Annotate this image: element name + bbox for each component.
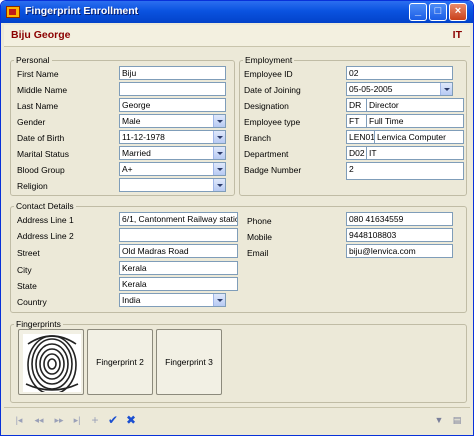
phone-field[interactable]: 080 41634559 xyxy=(346,212,453,226)
department-code-heading: IT xyxy=(452,29,462,41)
blood-group-select[interactable]: A+ xyxy=(119,162,226,176)
middle-name-field[interactable] xyxy=(119,82,226,96)
fingerprint-3-label: Fingerprint 3 xyxy=(165,357,213,367)
fingerprint-2-button[interactable]: Fingerprint 2 xyxy=(87,329,153,395)
chevron-down-icon[interactable] xyxy=(213,163,225,175)
fingerprint-3-button[interactable]: Fingerprint 3 xyxy=(156,329,222,395)
employee-type-field[interactable]: Full Time xyxy=(366,114,464,128)
cancel-icon[interactable]: ✖ xyxy=(124,414,138,426)
close-button[interactable]: × xyxy=(449,3,467,21)
city-label: City xyxy=(17,265,32,275)
chevron-down-icon[interactable] xyxy=(213,294,225,306)
chevron-down-icon[interactable] xyxy=(440,83,452,95)
window-title: Fingerprint Enrollment xyxy=(25,5,139,17)
address-line-1-field[interactable]: 6/1, Cantonment Railway station Roa xyxy=(119,212,238,226)
dob-picker[interactable]: 11-12-1978 xyxy=(119,130,226,144)
employee-name-heading: Biju George xyxy=(11,29,71,41)
department-label: Department xyxy=(244,149,289,159)
designation-label: Designation xyxy=(244,101,289,111)
fingerprint-icon xyxy=(23,334,81,392)
report-icon[interactable]: ▤ xyxy=(450,414,464,426)
date-of-joining-label: Date of Joining xyxy=(244,85,301,95)
check-icon[interactable]: ✔ xyxy=(106,414,120,426)
department-code-field[interactable]: D02 xyxy=(346,146,366,160)
chevron-down-icon[interactable] xyxy=(213,179,225,191)
personal-legend: Personal xyxy=(16,55,50,65)
record-header: Biju George IT xyxy=(4,25,470,47)
app-icon xyxy=(6,6,20,18)
street-field[interactable]: Old Madras Road xyxy=(119,244,238,258)
country-value: India xyxy=(122,295,141,305)
last-record-icon[interactable]: ▸| xyxy=(70,414,84,426)
dob-value: 11-12-1978 xyxy=(122,132,165,142)
department-field[interactable]: IT xyxy=(366,146,464,160)
title-bar[interactable]: Fingerprint Enrollment _ □ × xyxy=(1,1,473,23)
date-of-joining-picker[interactable]: 05-05-2005 xyxy=(346,82,453,96)
add-icon[interactable]: + xyxy=(88,414,102,426)
street-label: Street xyxy=(17,248,40,258)
branch-code-field[interactable]: LEN01 xyxy=(346,130,374,144)
maximize-button[interactable]: □ xyxy=(429,3,447,21)
marital-status-label: Marital Status xyxy=(17,149,69,159)
prev-record-icon[interactable]: ◂◂ xyxy=(32,414,46,426)
address-line-2-field[interactable] xyxy=(119,228,238,242)
employee-id-field[interactable]: 02 xyxy=(346,66,453,80)
state-field[interactable]: Kerala xyxy=(119,277,238,291)
religion-select[interactable] xyxy=(119,178,226,192)
religion-label: Religion xyxy=(17,181,48,191)
branch-field[interactable]: Lenvica Computer xyxy=(374,130,464,144)
city-field[interactable]: Kerala xyxy=(119,261,238,275)
fingerprints-legend: Fingerprints xyxy=(16,319,61,329)
employee-type-code-field[interactable]: FT xyxy=(346,114,366,128)
contact-details-legend: Contact Details xyxy=(16,201,74,211)
chevron-down-icon[interactable] xyxy=(213,115,225,127)
address-line-1-label: Address Line 1 xyxy=(17,215,74,225)
date-of-joining-value: 05-05-2005 xyxy=(349,84,393,94)
gender-value: Male xyxy=(122,116,141,126)
phone-label: Phone xyxy=(247,216,272,226)
email-field[interactable]: biju@lenvica.com xyxy=(346,244,453,258)
chevron-down-icon[interactable] xyxy=(213,131,225,143)
next-record-icon[interactable]: ▸▸ xyxy=(52,414,66,426)
gender-label: Gender xyxy=(17,117,46,127)
fingerprint-1-button[interactable] xyxy=(18,329,84,395)
email-label: Email xyxy=(247,248,269,258)
employee-id-label: Employee ID xyxy=(244,69,293,79)
last-name-field[interactable]: George xyxy=(119,98,226,112)
address-line-2-label: Address Line 2 xyxy=(17,231,74,241)
fingerprint-2-label: Fingerprint 2 xyxy=(96,357,144,367)
designation-code-field[interactable]: DR xyxy=(346,98,366,112)
middle-name-label: Middle Name xyxy=(17,85,68,95)
filter-icon[interactable]: ▼ xyxy=(432,414,446,426)
designation-field[interactable]: Director xyxy=(366,98,464,112)
country-select[interactable]: India xyxy=(119,293,226,307)
employee-type-label: Employee type xyxy=(244,117,301,127)
first-name-field[interactable]: Biju xyxy=(119,66,226,80)
blood-group-value: A+ xyxy=(122,164,133,174)
record-navigator: |◂ ◂◂ ▸▸ ▸| + ✔ ✖ ▼ ▤ xyxy=(4,407,470,431)
employment-legend: Employment xyxy=(245,55,293,65)
state-label: State xyxy=(17,281,37,291)
minimize-button[interactable]: _ xyxy=(409,3,427,21)
marital-status-select[interactable]: Married xyxy=(119,146,226,160)
first-record-icon[interactable]: |◂ xyxy=(12,414,26,426)
chevron-down-icon[interactable] xyxy=(213,147,225,159)
enrollment-window: Fingerprint Enrollment _ □ × Biju George… xyxy=(0,0,474,436)
country-label: Country xyxy=(17,297,47,307)
dob-label: Date of Birth xyxy=(17,133,65,143)
gender-select[interactable]: Male xyxy=(119,114,226,128)
mobile-field[interactable]: 9448108803 xyxy=(346,228,453,242)
badge-number-label: Badge Number xyxy=(244,165,302,175)
first-name-label: First Name xyxy=(17,69,59,79)
badge-number-field[interactable]: 2 xyxy=(346,162,464,180)
last-name-label: Last Name xyxy=(17,101,59,111)
branch-label: Branch xyxy=(244,133,271,143)
marital-status-value: Married xyxy=(122,148,151,158)
blood-group-label: Blood Group xyxy=(17,165,65,175)
mobile-label: Mobile xyxy=(247,232,273,242)
